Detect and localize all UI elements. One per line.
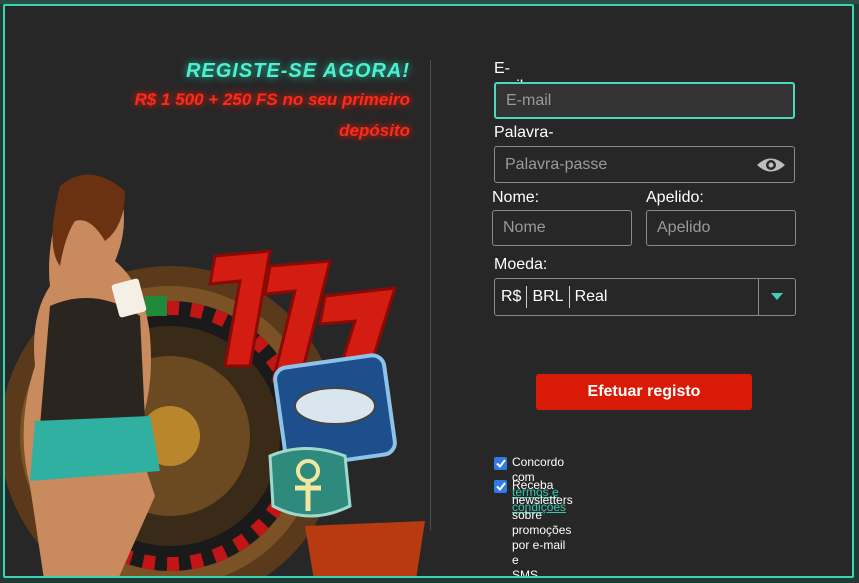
currency-separator [526, 286, 528, 308]
register-button[interactable]: Efetuar registo [536, 374, 752, 410]
first-name-placeholder: Nome [503, 219, 546, 236]
currency-select[interactable]: R$ BRL Real [494, 278, 796, 316]
currency-code: BRL [532, 288, 564, 305]
currency-label: Moeda: [494, 256, 548, 273]
chevron-down-icon [771, 293, 783, 300]
currency-separator [568, 286, 570, 308]
newsletter-line1: Receba newsletters sobre promoções por e… [512, 478, 573, 567]
email-field[interactable]: E-mail [494, 82, 795, 119]
casino-illustration [5, 174, 425, 576]
checkmark-icon [495, 482, 506, 491]
newsletter-text: Receba newsletters sobre promoções por e… [512, 478, 573, 578]
eye-icon[interactable] [756, 156, 786, 174]
email-placeholder: E-mail [506, 91, 552, 109]
terms-checkbox[interactable] [494, 457, 507, 470]
registration-modal: REGISTE-SE AGORA! R$ 1 500 + 250 FS no s… [3, 4, 854, 578]
last-name-field[interactable]: Apelido [646, 210, 796, 246]
woman-figure-icon [23, 174, 160, 576]
newsletter-checkbox[interactable] [494, 480, 507, 493]
promo-panel: REGISTE-SE AGORA! R$ 1 500 + 250 FS no s… [5, 6, 430, 576]
checkmark-icon [495, 459, 506, 468]
promo-offer-line1: R$ 1 500 + 250 FS no seu primeiro [134, 90, 410, 109]
last-name-label: Apelido: [646, 189, 704, 206]
ankh-badge-icon [268, 447, 352, 518]
newsletter-line2: SMS [512, 568, 539, 578]
first-name-label: Nome: [492, 189, 540, 206]
password-placeholder: Palavra-passe [505, 155, 608, 173]
winged-gem-icon [305, 521, 425, 576]
currency-symbol: R$ [501, 288, 522, 305]
first-name-field[interactable]: Nome [492, 210, 632, 246]
promo-headline: REGISTE-SE AGORA! R$ 1 500 + 250 FS no s… [135, 60, 410, 145]
currency-name: Real [574, 288, 608, 305]
password-field[interactable]: Palavra-passe [494, 146, 795, 183]
last-name-placeholder: Apelido [657, 219, 711, 236]
vertical-divider [430, 60, 431, 530]
promo-title: REGISTE-SE AGORA! [185, 60, 410, 82]
promo-offer-line2: depósito [339, 121, 410, 140]
currency-dropdown-toggle[interactable] [758, 279, 795, 315]
